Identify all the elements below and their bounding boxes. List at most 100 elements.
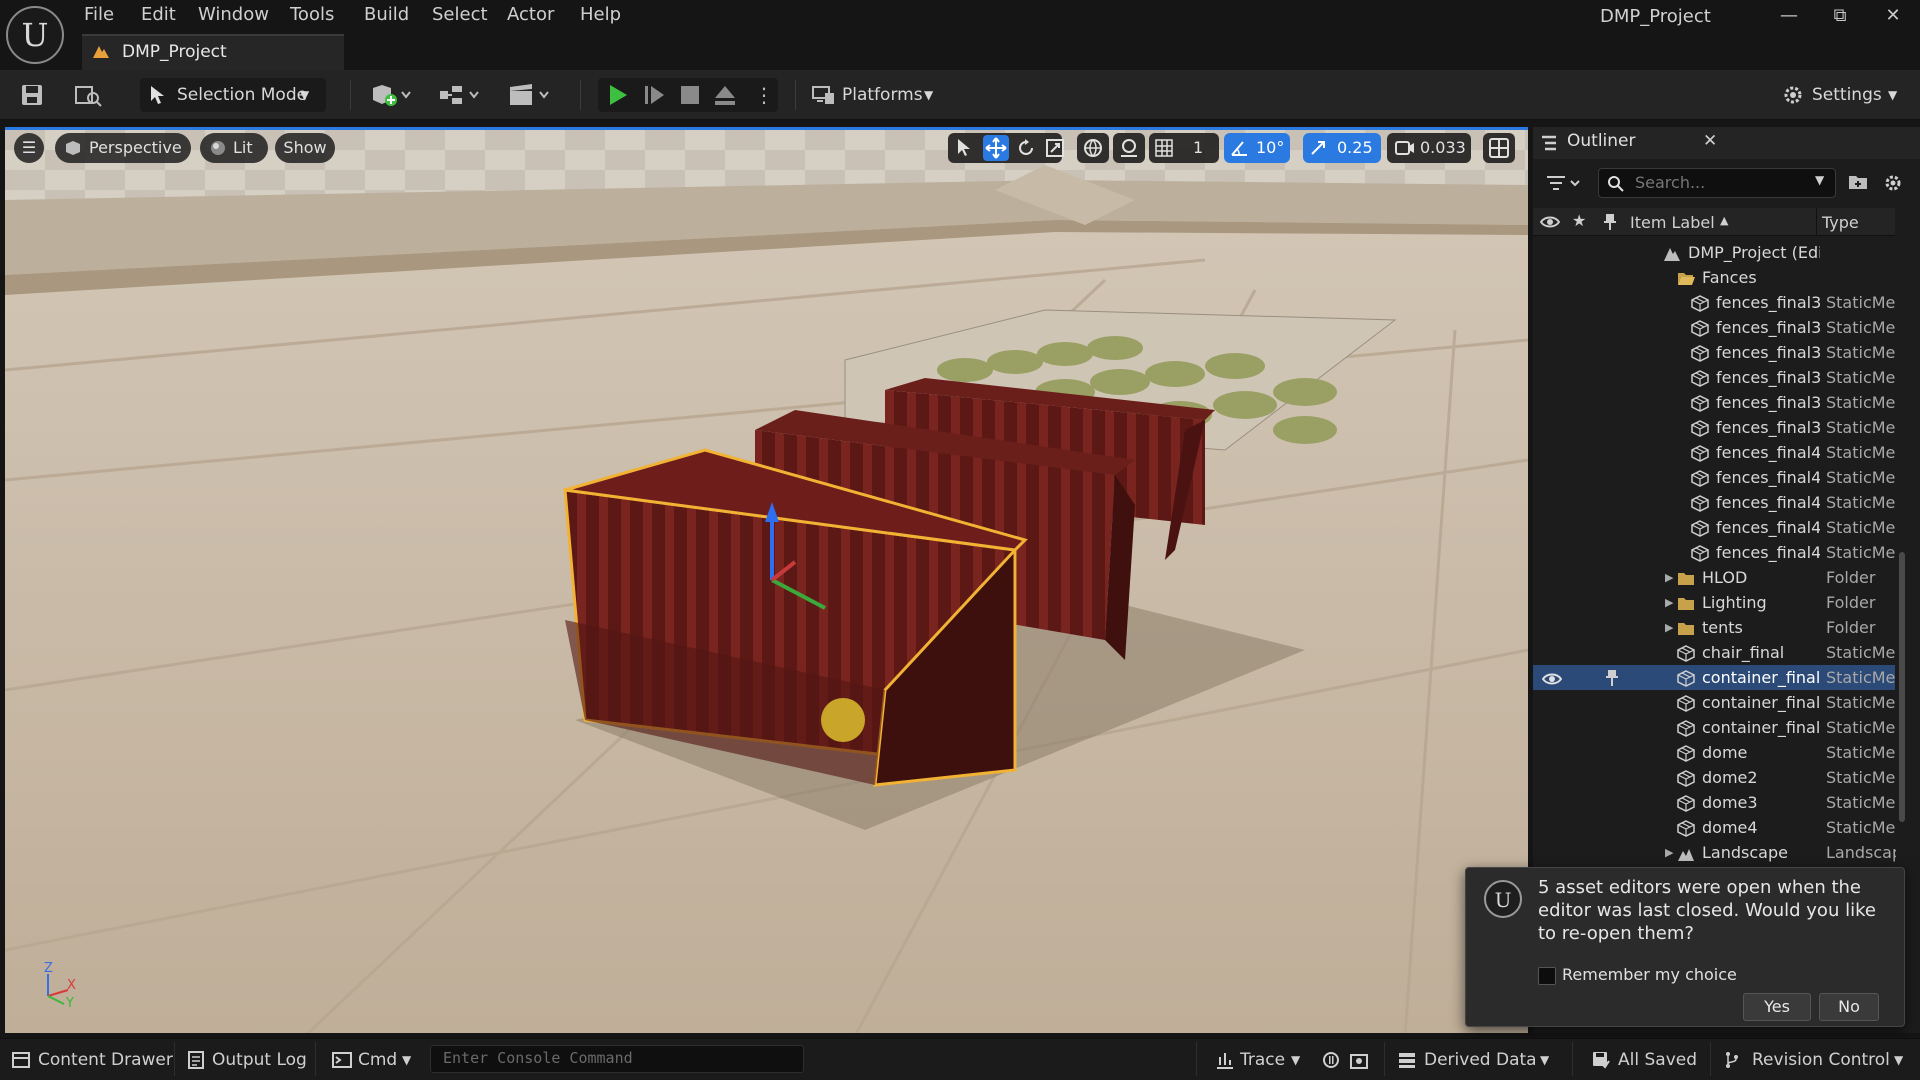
project-tab-label: DMP_Project bbox=[122, 42, 227, 62]
visibility-header-icon[interactable] bbox=[1540, 214, 1560, 230]
blueprint-icon[interactable] bbox=[438, 83, 482, 107]
play-options-icon[interactable]: ⋮ bbox=[754, 82, 774, 108]
outliner-row[interactable]: container_final StaticMe bbox=[1533, 665, 1895, 690]
show-button[interactable]: Show bbox=[275, 133, 335, 163]
restore-icon[interactable]: ⧉ bbox=[1826, 4, 1854, 28]
selection-mode-label: Selection Mode bbox=[177, 85, 308, 105]
platforms-button[interactable]: Platforms ▼ bbox=[812, 78, 942, 112]
console-command-input[interactable]: Enter Console Command bbox=[430, 1045, 804, 1073]
outliner-item-label: dome3 bbox=[1702, 793, 1758, 812]
add-actor-icon[interactable] bbox=[370, 83, 414, 107]
menu-select[interactable]: Select bbox=[432, 2, 488, 28]
viewport-menu-icon[interactable]: ☰ bbox=[14, 133, 44, 163]
outliner-row[interactable]: fences_final37 StaticMe bbox=[1533, 365, 1895, 390]
outliner-item-label: container_final2 bbox=[1702, 693, 1820, 712]
outliner-row[interactable]: fences_final41 StaticMe bbox=[1533, 465, 1895, 490]
grid-snap-button[interactable]: 1 bbox=[1149, 133, 1219, 163]
toolbar-divider bbox=[580, 80, 581, 110]
outliner-row[interactable]: dome2 StaticMe bbox=[1533, 765, 1895, 790]
outliner-row[interactable]: fences_final44 StaticMe bbox=[1533, 540, 1895, 565]
level-viewport[interactable] bbox=[5, 127, 1528, 1033]
outliner-row[interactable]: fences_final34 StaticMe bbox=[1533, 290, 1895, 315]
menu-file[interactable]: File bbox=[84, 2, 114, 28]
outliner-row[interactable]: container_final2 StaticMe bbox=[1533, 690, 1895, 715]
add-folder-icon[interactable] bbox=[1848, 173, 1868, 191]
scale-snap-button[interactable]: 0.25 bbox=[1303, 133, 1381, 163]
camera-speed-button[interactable]: 0.033 bbox=[1387, 133, 1471, 163]
stop-icon[interactable] bbox=[680, 85, 700, 105]
outliner-row[interactable]: fences_final42 StaticMe bbox=[1533, 490, 1895, 515]
filter-icon[interactable] bbox=[1545, 172, 1585, 194]
visibility-eye-icon[interactable] bbox=[1541, 669, 1563, 686]
play-icon[interactable] bbox=[607, 84, 629, 106]
outliner-icon bbox=[1540, 134, 1558, 152]
menu-tools[interactable]: Tools bbox=[290, 2, 334, 28]
close-window-icon[interactable]: ✕ bbox=[1879, 4, 1907, 28]
record-icon[interactable] bbox=[1322, 1051, 1340, 1069]
save-icon[interactable] bbox=[20, 83, 44, 107]
menu-window[interactable]: Window bbox=[198, 2, 269, 28]
outliner-item-label: tents bbox=[1702, 618, 1743, 637]
pin-icon[interactable] bbox=[1605, 669, 1623, 686]
remember-choice-checkbox[interactable] bbox=[1538, 967, 1556, 985]
content-drawer-icon bbox=[12, 1052, 30, 1068]
outliner-row[interactable]: chair_final StaticMe bbox=[1533, 640, 1895, 665]
yes-button[interactable]: Yes bbox=[1743, 993, 1811, 1021]
outliner-row[interactable]: container_final3 StaticMe bbox=[1533, 715, 1895, 740]
outliner-row[interactable]: ▶ HLOD Folder bbox=[1533, 565, 1895, 590]
outliner-row[interactable]: dome4 StaticMe bbox=[1533, 815, 1895, 840]
outliner-row[interactable]: ▶ Lighting Folder bbox=[1533, 590, 1895, 615]
type-column[interactable]: Type bbox=[1822, 213, 1859, 232]
outliner-row[interactable]: fences_final40 StaticMe bbox=[1533, 440, 1895, 465]
menu-actor[interactable]: Actor bbox=[507, 2, 554, 28]
outliner-row[interactable]: ▶ tents Folder bbox=[1533, 615, 1895, 640]
outliner-row[interactable]: fences_final43 StaticMe bbox=[1533, 515, 1895, 540]
outliner-item-type: StaticMe bbox=[1826, 793, 1896, 812]
menu-build[interactable]: Build bbox=[364, 2, 409, 28]
item-label-column[interactable]: Item Label bbox=[1630, 213, 1715, 232]
outliner-item-label: dome4 bbox=[1702, 818, 1758, 837]
outliner-row[interactable]: fences_final36 StaticMe bbox=[1533, 340, 1895, 365]
browse-icon[interactable] bbox=[74, 83, 102, 107]
outliner-row[interactable]: fences_final39 StaticMe bbox=[1533, 415, 1895, 440]
world-space-icon[interactable] bbox=[1077, 133, 1109, 163]
eject-icon[interactable] bbox=[714, 84, 736, 106]
outliner-row[interactable]: ▶ Landscape Landscap bbox=[1533, 840, 1896, 865]
outliner-row[interactable]: DMP_Project (Editor) bbox=[1533, 240, 1895, 265]
rotate-icon[interactable] bbox=[1016, 138, 1036, 158]
unreal-logo-icon[interactable]: U bbox=[6, 6, 64, 64]
lit-button[interactable]: Lit bbox=[200, 133, 268, 163]
lit-sphere-icon bbox=[210, 140, 226, 156]
cinematics-icon[interactable] bbox=[508, 83, 552, 107]
menu-help[interactable]: Help bbox=[580, 2, 621, 28]
outliner-scrollbar[interactable] bbox=[1899, 552, 1905, 822]
rotation-snap-button[interactable]: 10° bbox=[1224, 133, 1290, 163]
settings-button[interactable]: Settings ▼ bbox=[1782, 78, 1908, 112]
star-header-icon[interactable]: ★ bbox=[1572, 211, 1586, 230]
outliner-search-input[interactable]: Search... ▼ bbox=[1598, 168, 1836, 198]
viewport-layout-icon[interactable] bbox=[1483, 133, 1515, 163]
selection-mode-button[interactable]: Selection Mode ▼ bbox=[140, 78, 326, 112]
screenshot-icon[interactable] bbox=[1350, 1051, 1368, 1069]
outliner-item-label: fences_final37 bbox=[1716, 368, 1820, 387]
perspective-button[interactable]: Perspective bbox=[55, 133, 191, 163]
scale-icon[interactable] bbox=[1045, 138, 1065, 158]
select-cursor-icon[interactable] bbox=[955, 138, 973, 158]
outliner-item-label: fences_final36 bbox=[1716, 343, 1820, 362]
advance-frame-icon[interactable] bbox=[644, 84, 666, 106]
outliner-row[interactable]: dome StaticMe bbox=[1533, 740, 1895, 765]
static-mesh-icon bbox=[1691, 494, 1709, 512]
no-button[interactable]: No bbox=[1819, 993, 1879, 1021]
outliner-row[interactable]: fences_final35 StaticMe bbox=[1533, 315, 1895, 340]
surface-snap-icon[interactable] bbox=[1113, 133, 1145, 163]
pin-header-icon[interactable] bbox=[1603, 213, 1617, 231]
minimize-icon[interactable]: — bbox=[1775, 4, 1803, 28]
outliner-settings-icon[interactable] bbox=[1883, 173, 1903, 193]
outliner-row[interactable]: Fances bbox=[1533, 265, 1895, 290]
close-outliner-icon[interactable]: ✕ bbox=[1703, 131, 1717, 151]
translate-icon[interactable] bbox=[983, 135, 1009, 161]
unreal-logo-icon: U bbox=[1484, 880, 1522, 918]
outliner-row[interactable]: dome3 StaticMe bbox=[1533, 790, 1895, 815]
menu-edit[interactable]: Edit bbox=[141, 2, 176, 28]
outliner-row[interactable]: fences_final38 StaticMe bbox=[1533, 390, 1895, 415]
